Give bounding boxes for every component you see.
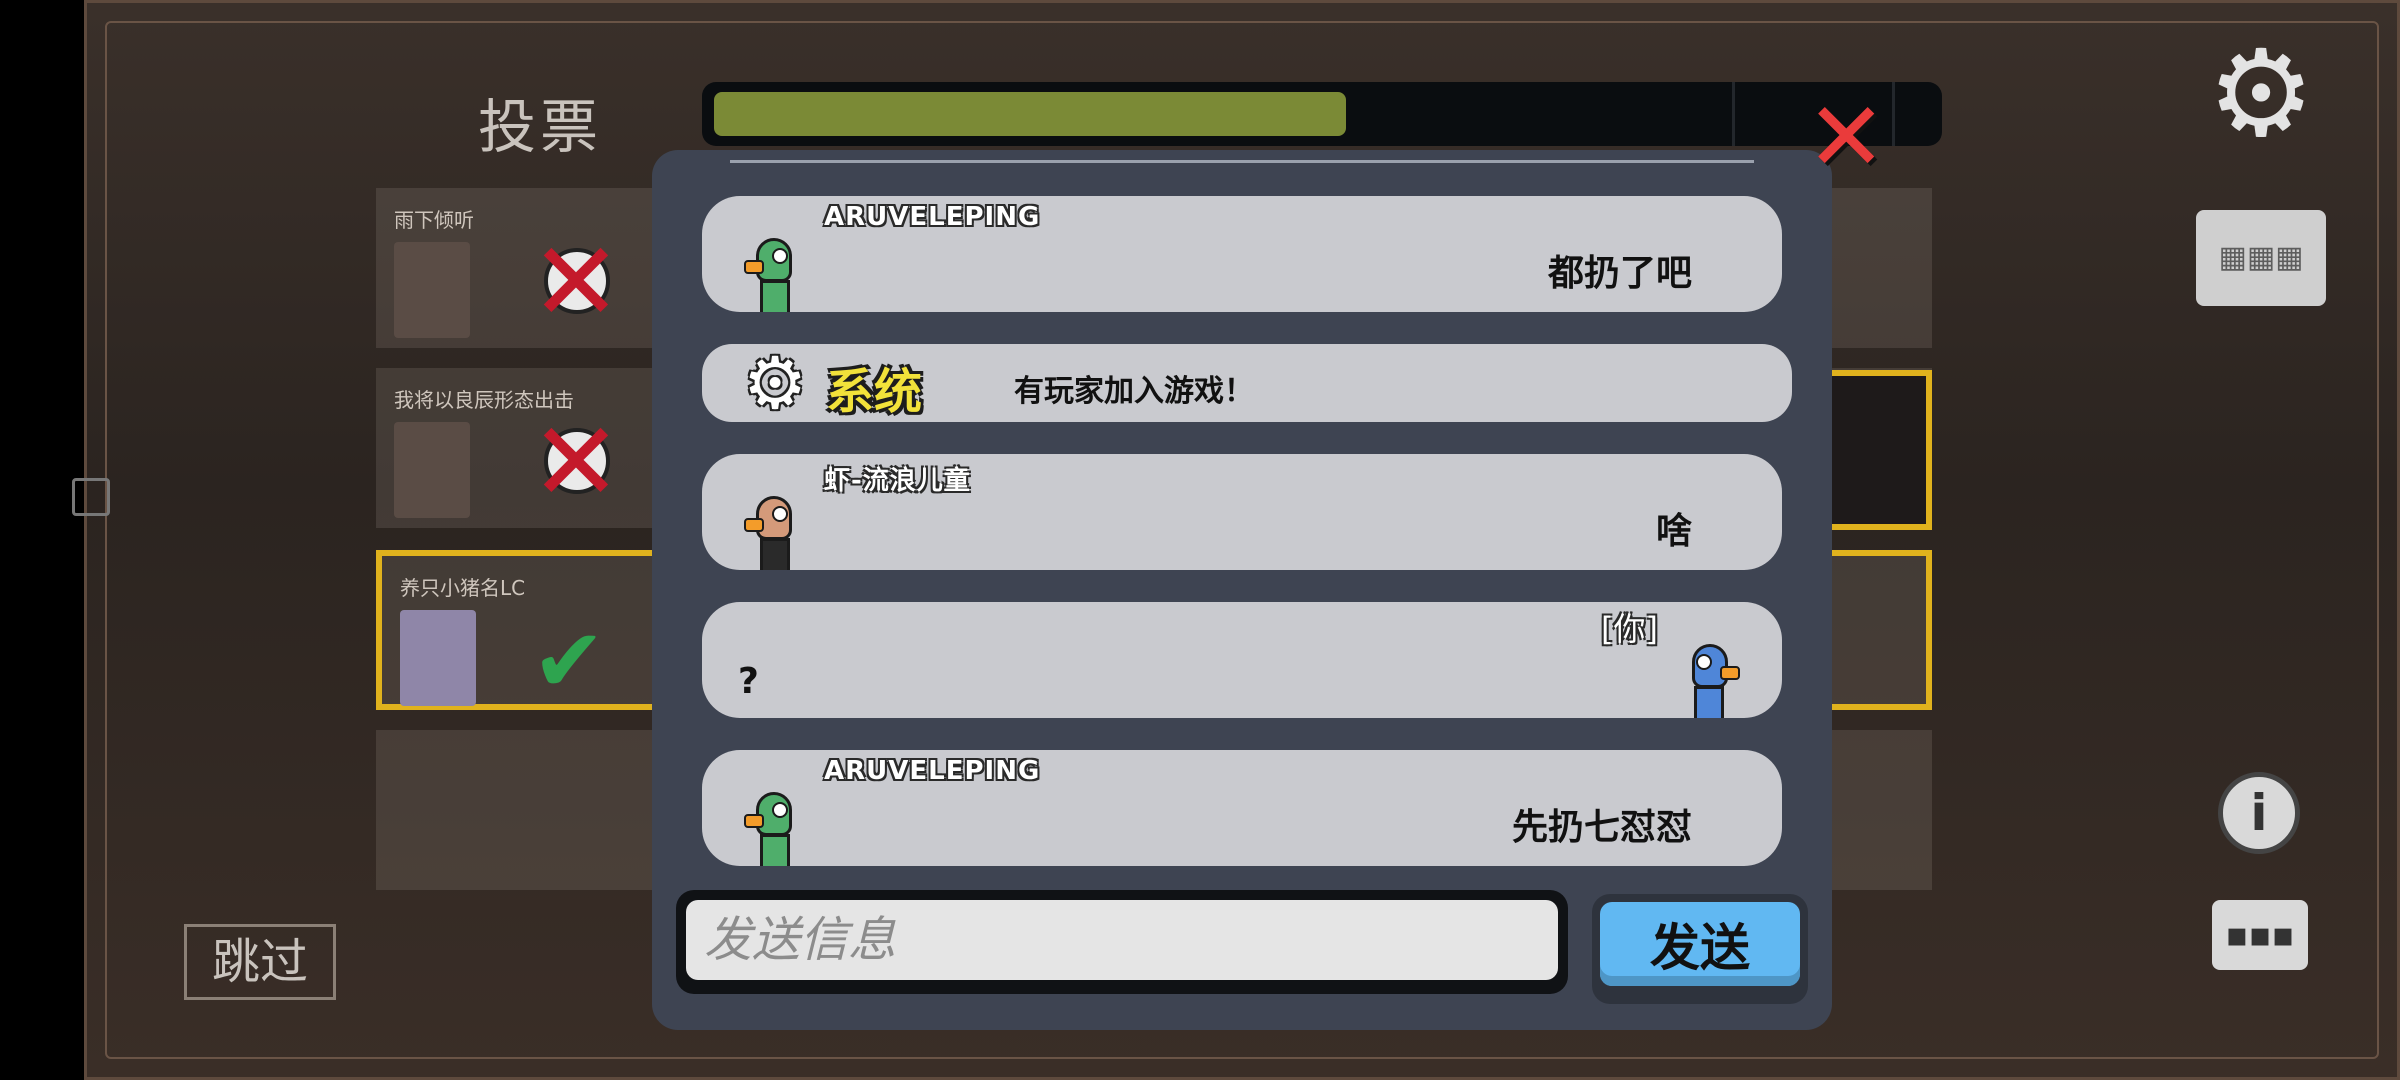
chat-message-self: [你] ? [702, 602, 1782, 718]
system-message: ⚙ 系统 有玩家加入游戏！ [702, 344, 1792, 422]
message-input-frame [676, 890, 1568, 994]
player-portrait [394, 422, 470, 518]
chat-icon[interactable]: ▪▪▪ [2212, 900, 2308, 970]
check-icon: ✔ [532, 609, 606, 712]
gear-icon[interactable]: ⚙ [2206, 35, 2316, 155]
player-avatar [744, 238, 794, 312]
timer-divider [1732, 82, 1735, 146]
message-sender: ARUVELEPING [824, 202, 1041, 232]
gear-icon: ⚙ [742, 341, 808, 425]
player-portrait [400, 610, 476, 706]
chat-message: ARUVELEPING 都扔了吧 [702, 196, 1782, 312]
message-sender: ARUVELEPING [824, 756, 1041, 786]
message-text: 先扔七怼怼 [1511, 807, 1692, 848]
message-text: 啥 [1655, 511, 1692, 552]
scroll-edge [730, 160, 1754, 163]
chat-message: 虾-流浪儿童 啥 [702, 454, 1782, 570]
vote-timer-fill [714, 92, 1347, 136]
map-icon[interactable]: ▦▦▦ [2196, 210, 2326, 306]
square-icon[interactable] [72, 478, 110, 516]
page-title: 投票 [478, 93, 603, 161]
player-avatar [1690, 644, 1740, 718]
timer-divider [1892, 82, 1895, 146]
message-text: 都扔了吧 [1547, 253, 1692, 294]
message-text: ? [738, 661, 759, 702]
dead-cross-icon: ✕ [529, 398, 623, 526]
player-name: 雨下倾听 [394, 208, 474, 232]
player-portrait [394, 242, 470, 338]
system-label: 系统 [826, 364, 923, 420]
skip-button[interactable]: 跳过 [184, 924, 336, 1000]
dead-cross-icon: ✕ [529, 218, 623, 346]
close-icon[interactable]: ✕ [1806, 89, 1886, 185]
you-tag: [你] [1601, 610, 1658, 648]
send-button[interactable]: 发送 [1600, 902, 1800, 986]
player-avatar [744, 792, 794, 866]
info-icon[interactable]: i [2218, 772, 2300, 854]
system-text: 有玩家加入游戏！ [1014, 374, 1254, 409]
player-avatar [744, 496, 794, 570]
message-input[interactable] [686, 900, 1558, 980]
message-sender: 虾-流浪儿童 [824, 466, 971, 496]
player-name: 养只小猪名LC [400, 576, 526, 600]
vote-timer-bar [702, 82, 1942, 146]
megaphone-card [1826, 370, 1932, 530]
send-button-frame: 发送 [1592, 894, 1808, 1004]
chat-message: ARUVELEPING 先扔七怼怼 [702, 750, 1782, 866]
